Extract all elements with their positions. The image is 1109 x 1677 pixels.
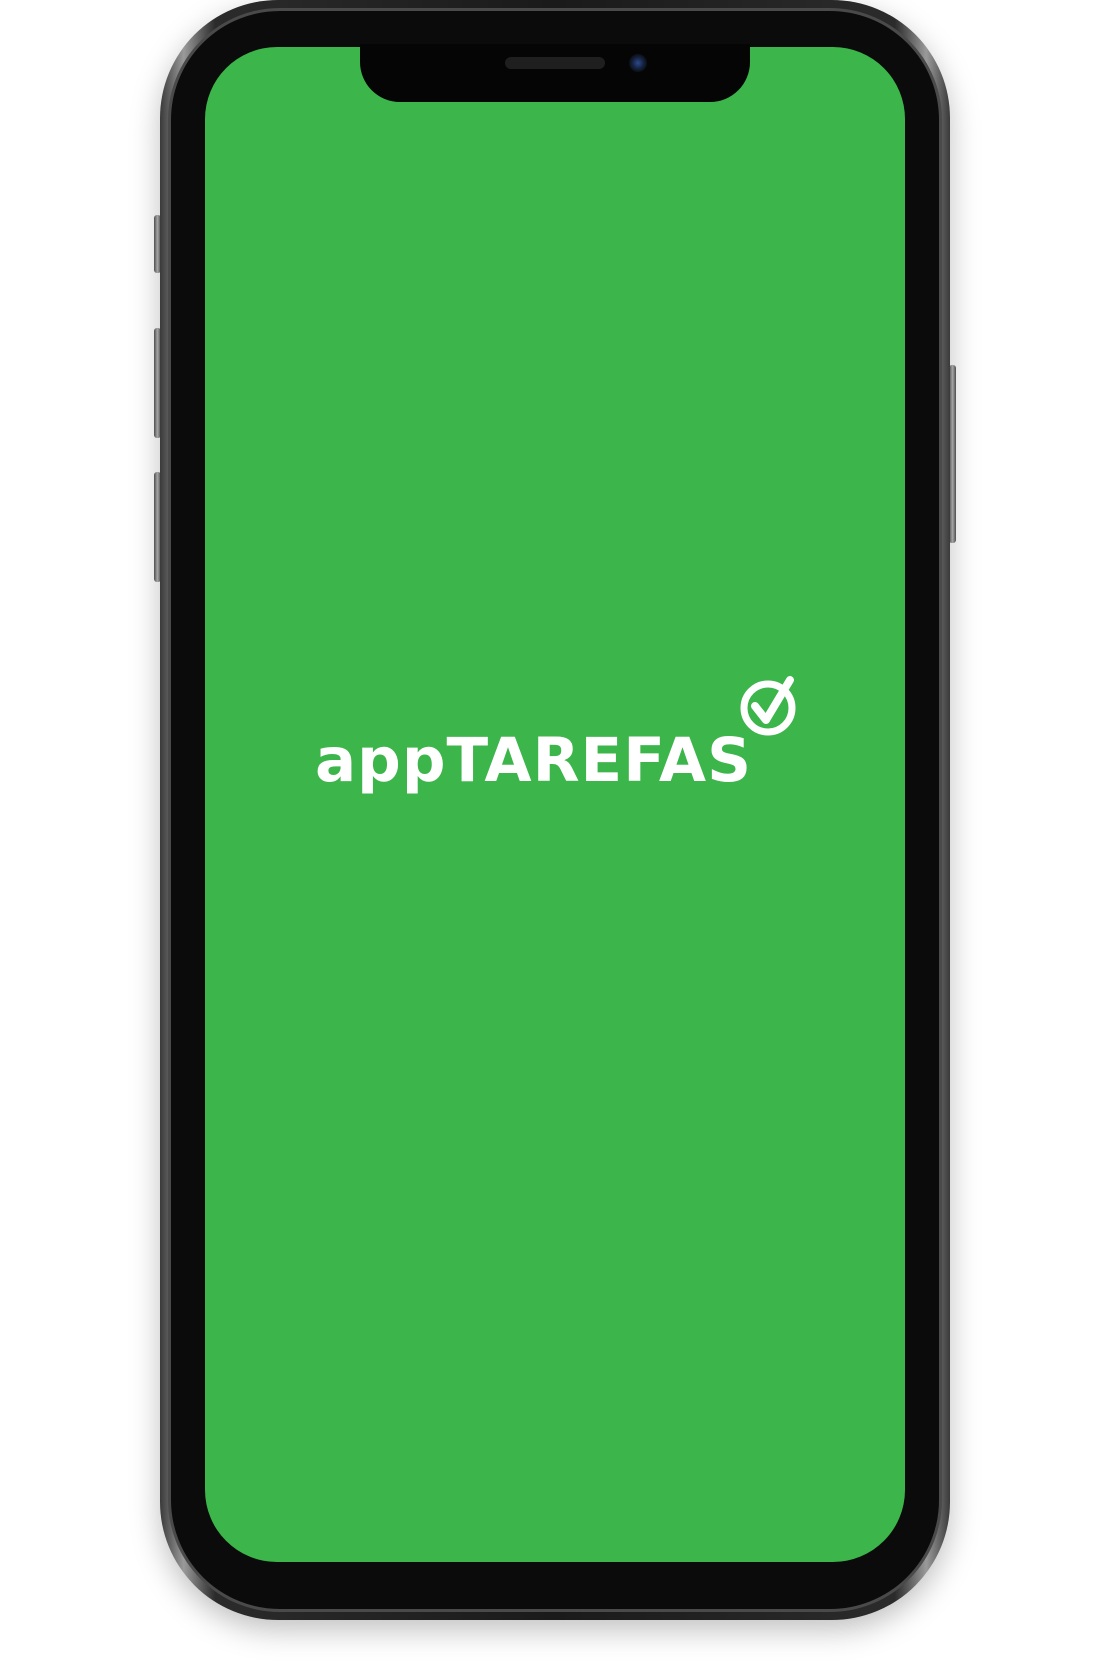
device-mockup: appTAREFAS — [0, 0, 1109, 1677]
earpiece-speaker — [505, 57, 605, 69]
check-circle-icon — [740, 676, 796, 736]
app-logo: appTAREFAS — [315, 670, 815, 810]
notch — [360, 44, 750, 102]
logo-text: appTAREFAS — [315, 725, 753, 796]
front-camera — [629, 54, 647, 72]
power-button — [949, 365, 956, 543]
